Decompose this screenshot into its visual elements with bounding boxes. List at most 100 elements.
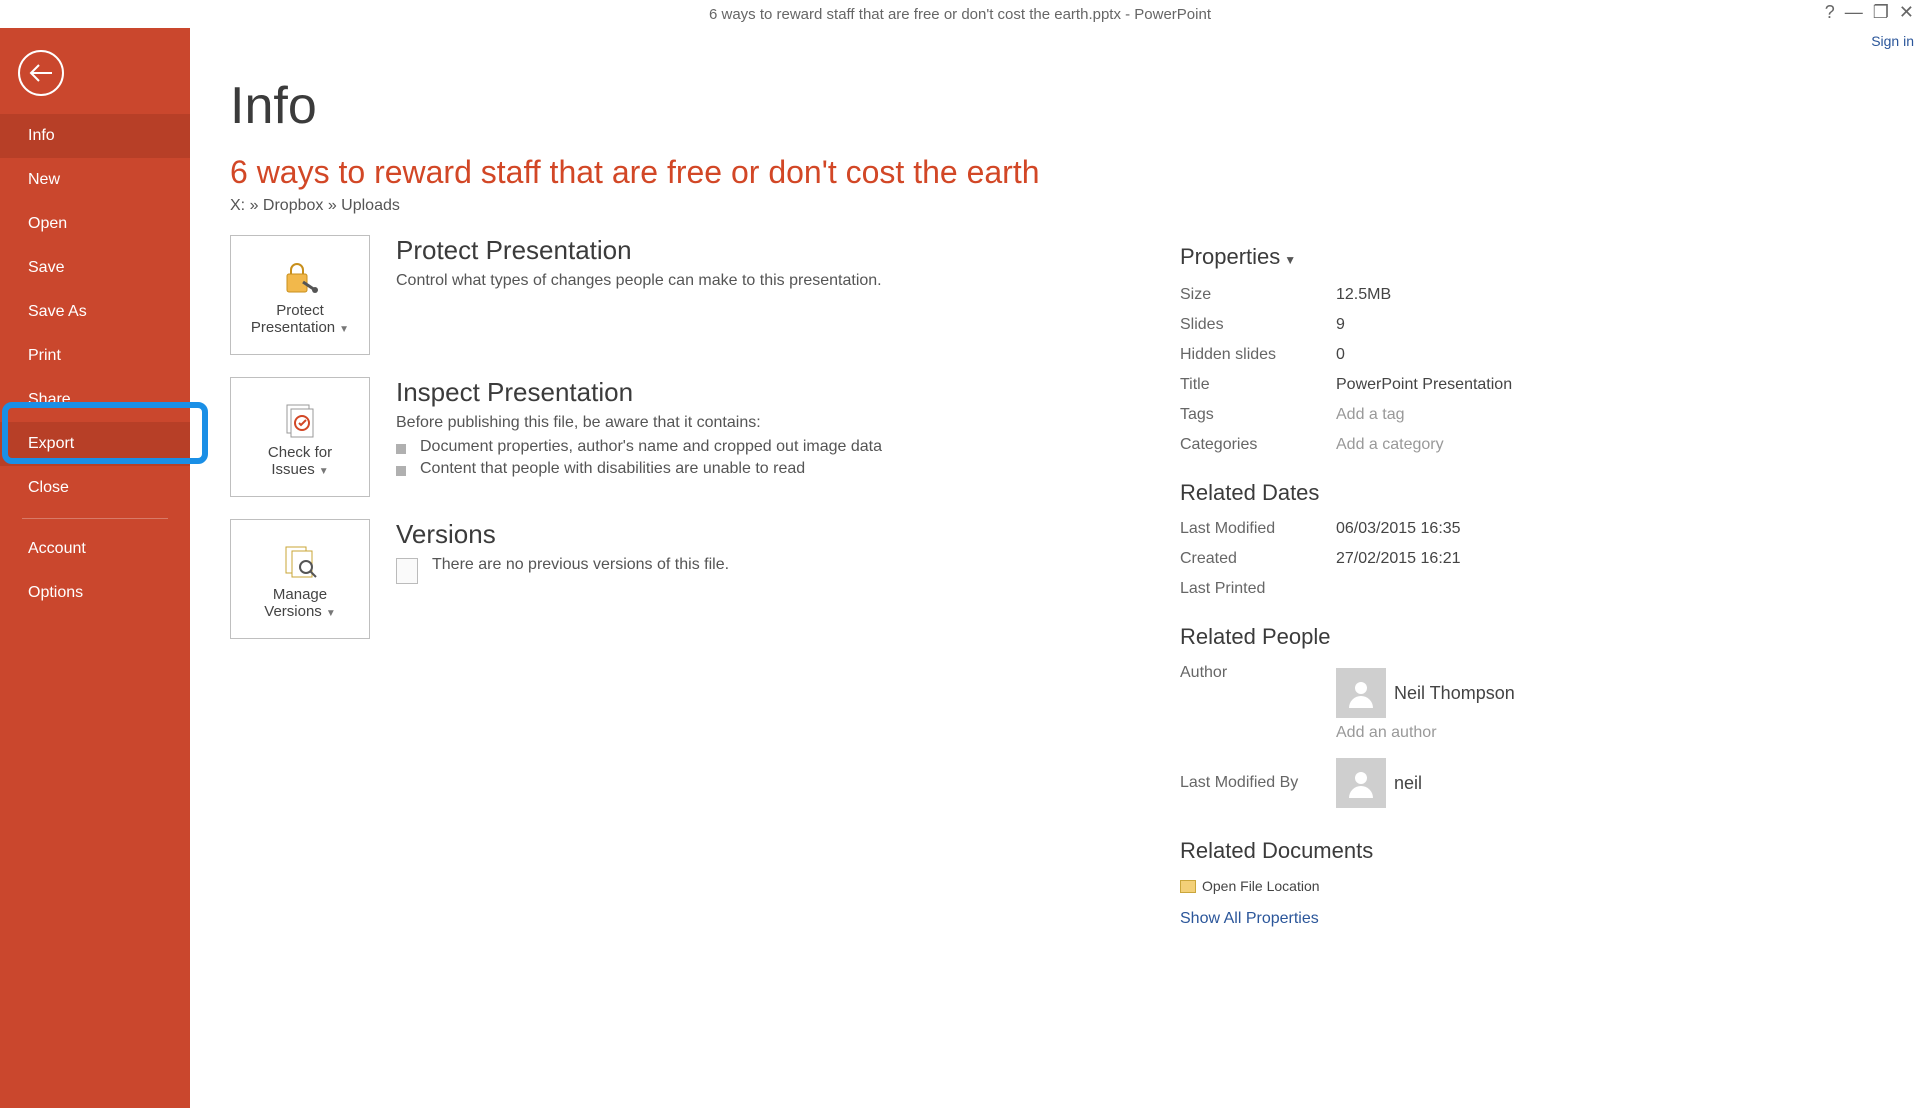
property-row-hidden: Hidden slides 0 bbox=[1180, 340, 1740, 370]
property-row-author: Author Neil Thompson Add an author bbox=[1180, 658, 1740, 748]
sidebar-item-label: Close bbox=[28, 479, 69, 496]
property-value: 9 bbox=[1336, 316, 1345, 334]
property-label: Categories bbox=[1180, 436, 1336, 454]
open-file-location-link[interactable]: Open File Location bbox=[1180, 872, 1740, 900]
restore-icon[interactable]: ❐ bbox=[1873, 2, 1889, 23]
sidebar-item-label: Info bbox=[28, 127, 55, 144]
sidebar-item-label: Print bbox=[28, 347, 61, 364]
related-dates-header: Related Dates bbox=[1180, 480, 1740, 506]
property-row-tags: Tags Add a tag bbox=[1180, 400, 1740, 430]
bullet-text: Document properties, author's name and c… bbox=[420, 438, 882, 456]
sidebar-item-label: Save As bbox=[28, 303, 87, 320]
chevron-down-icon: ▼ bbox=[1284, 253, 1296, 267]
manage-versions-button[interactable]: Manage Versions▼ bbox=[230, 519, 370, 639]
sidebar-item-open[interactable]: Open bbox=[0, 202, 190, 246]
property-label: Size bbox=[1180, 286, 1336, 304]
property-label: Last Modified By bbox=[1180, 774, 1336, 792]
properties-header-label: Properties bbox=[1180, 244, 1280, 269]
protect-presentation-button[interactable]: Protect Presentation▼ bbox=[230, 235, 370, 355]
sidebar-separator bbox=[22, 518, 168, 519]
property-row-modified-by: Last Modified By neil bbox=[1180, 748, 1740, 818]
bullet-icon bbox=[396, 466, 406, 476]
property-label: Author bbox=[1180, 664, 1336, 682]
minimize-icon[interactable]: — bbox=[1845, 2, 1863, 23]
property-label: Tags bbox=[1180, 406, 1336, 424]
chevron-down-icon: ▼ bbox=[319, 466, 329, 477]
back-button[interactable] bbox=[18, 50, 64, 96]
page-title: Info bbox=[230, 76, 1880, 136]
property-label: Created bbox=[1180, 550, 1336, 568]
sidebar-item-save[interactable]: Save bbox=[0, 246, 190, 290]
button-label: Protect bbox=[276, 302, 324, 319]
versions-desc: There are no previous versions of this f… bbox=[432, 556, 729, 574]
sidebar-item-label: Options bbox=[28, 584, 83, 601]
window-title: 6 ways to reward staff that are free or … bbox=[709, 6, 1211, 23]
avatar-icon bbox=[1336, 668, 1386, 718]
property-value: 0 bbox=[1336, 346, 1345, 364]
lock-icon bbox=[281, 254, 319, 302]
versions-heading: Versions bbox=[396, 519, 1136, 550]
add-author-input[interactable]: Add an author bbox=[1336, 724, 1515, 742]
button-label: Check for bbox=[268, 444, 332, 461]
inspect-bullet: Document properties, author's name and c… bbox=[396, 438, 1136, 456]
document-check-icon bbox=[281, 396, 319, 444]
property-row-last-printed: Last Printed bbox=[1180, 574, 1740, 604]
sidebar-item-info[interactable]: Info bbox=[0, 114, 190, 158]
chevron-down-icon: ▼ bbox=[326, 608, 336, 619]
property-row-categories: Categories Add a category bbox=[1180, 430, 1740, 460]
modified-by-name: neil bbox=[1394, 773, 1422, 794]
property-row-slides: Slides 9 bbox=[1180, 310, 1740, 340]
related-people-header: Related People bbox=[1180, 624, 1740, 650]
check-for-issues-button[interactable]: Check for Issues▼ bbox=[230, 377, 370, 497]
avatar-icon bbox=[1336, 758, 1386, 808]
properties-panel: Properties ▼ Size 12.5MB Slides 9 Hidden … bbox=[1180, 244, 1740, 938]
property-label: Last Printed bbox=[1180, 580, 1336, 598]
categories-input[interactable]: Add a category bbox=[1336, 436, 1444, 454]
properties-dropdown[interactable]: Properties ▼ bbox=[1180, 244, 1740, 270]
show-all-properties-link[interactable]: Show All Properties bbox=[1180, 910, 1319, 927]
arrow-left-icon bbox=[28, 63, 54, 83]
help-icon[interactable]: ? bbox=[1825, 2, 1835, 23]
sidebar-item-label: Save bbox=[28, 259, 64, 276]
close-icon[interactable]: ✕ bbox=[1899, 2, 1914, 23]
sidebar-item-new[interactable]: New bbox=[0, 158, 190, 202]
sidebar-item-export[interactable]: Export bbox=[0, 422, 190, 466]
property-value: 06/03/2015 16:35 bbox=[1336, 520, 1461, 538]
title-bar: 6 ways to reward staff that are free or … bbox=[0, 0, 1920, 28]
author-entry[interactable]: Neil Thompson bbox=[1336, 668, 1515, 718]
property-row-last-modified: Last Modified 06/03/2015 16:35 bbox=[1180, 514, 1740, 544]
related-documents-header: Related Documents bbox=[1180, 838, 1740, 864]
open-file-location-label: Open File Location bbox=[1202, 878, 1320, 894]
sidebar-item-label: Share bbox=[28, 391, 71, 408]
inspect-desc: Before publishing this file, be aware th… bbox=[396, 414, 1136, 432]
property-row-title: Title PowerPoint Presentation bbox=[1180, 370, 1740, 400]
window-controls: ? — ❐ ✕ bbox=[1825, 2, 1914, 23]
property-row-size: Size 12.5MB bbox=[1180, 280, 1740, 310]
sidebar-item-print[interactable]: Print bbox=[0, 334, 190, 378]
inspect-heading: Inspect Presentation bbox=[396, 377, 1136, 408]
button-label: Presentation bbox=[251, 319, 335, 336]
property-row-created: Created 27/02/2015 16:21 bbox=[1180, 544, 1740, 574]
sidebar-item-close[interactable]: Close bbox=[0, 466, 190, 510]
tags-input[interactable]: Add a tag bbox=[1336, 406, 1405, 424]
protect-heading: Protect Presentation bbox=[396, 235, 1136, 266]
property-value[interactable]: PowerPoint Presentation bbox=[1336, 376, 1512, 394]
property-label: Title bbox=[1180, 376, 1336, 394]
property-label: Last Modified bbox=[1180, 520, 1336, 538]
property-label: Slides bbox=[1180, 316, 1336, 334]
document-path: X: » Dropbox » Uploads bbox=[230, 197, 1880, 215]
sidebar-item-label: New bbox=[28, 171, 60, 188]
sidebar-item-account[interactable]: Account bbox=[0, 527, 190, 571]
backstage-main: Info 6 ways to reward staff that are fre… bbox=[190, 28, 1920, 1108]
bullet-icon bbox=[396, 444, 406, 454]
sidebar-item-save-as[interactable]: Save As bbox=[0, 290, 190, 334]
property-label: Hidden slides bbox=[1180, 346, 1336, 364]
sidebar-item-share[interactable]: Share bbox=[0, 378, 190, 422]
sidebar-item-label: Account bbox=[28, 540, 86, 557]
sidebar-item-options[interactable]: Options bbox=[0, 571, 190, 615]
protect-desc: Control what types of changes people can… bbox=[396, 272, 1136, 290]
modified-by-entry[interactable]: neil bbox=[1336, 758, 1422, 808]
bullet-text: Content that people with disabilities ar… bbox=[420, 460, 805, 478]
button-label: Manage bbox=[273, 586, 327, 603]
document-magnify-icon bbox=[280, 538, 320, 586]
